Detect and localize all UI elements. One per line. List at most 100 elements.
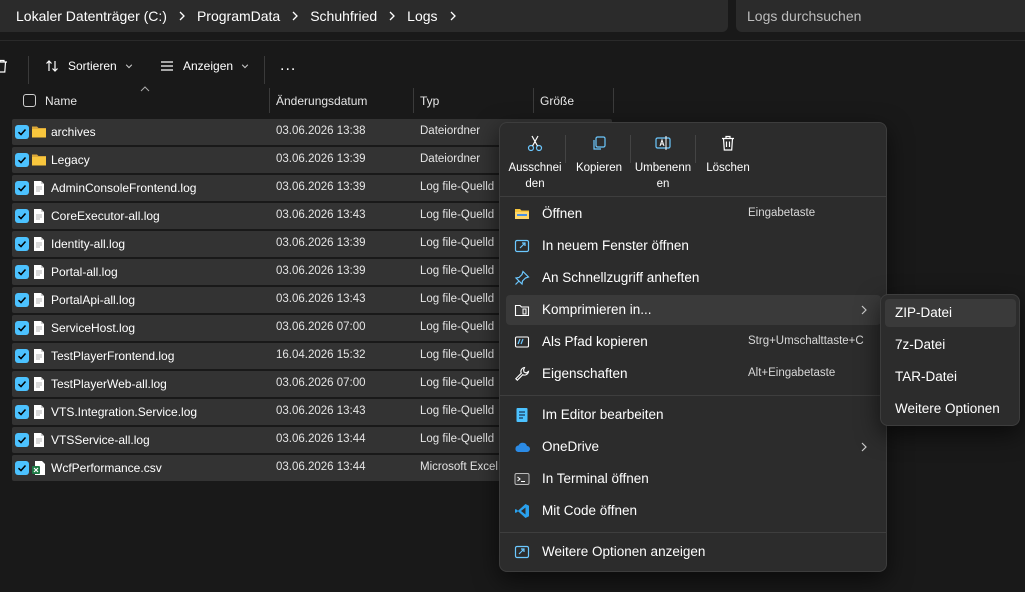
file-date: 03.06.2026 13:39	[276, 181, 366, 193]
row-checkbox[interactable]	[15, 209, 29, 223]
row-checkbox[interactable]	[15, 125, 29, 139]
folder-open-icon	[515, 209, 529, 219]
row-checkbox[interactable]	[15, 349, 29, 363]
column-size[interactable]: Größe	[540, 88, 574, 113]
chevron-down-icon	[241, 64, 249, 69]
row-checkbox[interactable]	[15, 377, 29, 391]
row-checkbox[interactable]	[15, 237, 29, 251]
file-date: 03.06.2026 07:00	[276, 321, 366, 333]
column-name[interactable]: Name	[45, 88, 77, 113]
submenu-item-7z[interactable]: 7z-Datei	[885, 331, 1016, 359]
file-type: Log file-Quelld	[420, 181, 495, 193]
column-date[interactable]: Änderungsdatum	[276, 88, 367, 113]
breadcrumb-logs[interactable]: Logs	[407, 8, 437, 24]
row-checkbox[interactable]	[15, 293, 29, 307]
menu-item-label: Weitere Optionen anzeigen	[542, 544, 706, 559]
file-icon	[31, 292, 47, 308]
terminal-icon	[514, 473, 530, 485]
cut-button[interactable]: Ausschneiden	[505, 131, 565, 195]
file-name: Identity-all.log	[51, 237, 126, 251]
menu-item-label: An Schnellzugriff anheften	[542, 270, 700, 285]
column-divider[interactable]	[269, 88, 270, 113]
excel-file-icon	[31, 460, 47, 476]
archive-icon	[514, 304, 530, 317]
chevron-right-icon[interactable]	[280, 0, 310, 32]
menu-item-open-in-terminal[interactable]: In Terminal öffnen	[506, 464, 881, 494]
menu-item-label: Mit Code öffnen	[542, 503, 638, 518]
sort-button[interactable]: Sortieren	[44, 48, 133, 84]
file-name: WcfPerformance.csv	[51, 461, 162, 475]
submenu-item-zip[interactable]: ZIP-Datei	[885, 299, 1016, 327]
row-checkbox[interactable]	[15, 405, 29, 419]
delete-button[interactable]: Löschen	[699, 131, 757, 195]
row-checkbox[interactable]	[15, 265, 29, 279]
file-name: archives	[51, 125, 96, 139]
column-divider[interactable]	[613, 88, 614, 113]
column-type[interactable]: Typ	[420, 88, 439, 113]
chevron-right-icon	[861, 305, 867, 315]
rename-icon	[655, 136, 671, 150]
row-checkbox[interactable]	[15, 321, 29, 335]
column-divider[interactable]	[413, 88, 414, 113]
breadcrumb-schuhfried[interactable]: Schuhfried	[310, 8, 377, 24]
menu-item-copy-as-path[interactable]: Als Pfad kopieren Strg+Umschalttaste+C	[506, 327, 881, 357]
menu-item-properties[interactable]: Eigenschaften Alt+Eingabetaste	[506, 359, 881, 389]
row-checkbox[interactable]	[15, 461, 29, 475]
file-type: Dateiordner	[420, 153, 481, 165]
breadcrumb-drive[interactable]: Lokaler Datenträger (C:)	[16, 8, 167, 24]
trash-icon	[722, 135, 734, 151]
view-button[interactable]: Anzeigen	[159, 48, 249, 84]
sort-label: Sortieren	[68, 59, 117, 73]
breadcrumb-programdata[interactable]: ProgramData	[197, 8, 280, 24]
menu-item-onedrive[interactable]: OneDrive	[506, 432, 881, 462]
file-date: 03.06.2026 13:39	[276, 265, 366, 277]
divider	[500, 395, 886, 396]
menu-item-shortcut: Alt+Eingabetaste	[748, 367, 836, 379]
menu-item-pin-quick-access[interactable]: An Schnellzugriff anheften	[506, 263, 881, 293]
search-input[interactable]	[747, 8, 1025, 24]
menu-item-open-new-window[interactable]: In neuem Fenster öffnen	[506, 231, 881, 261]
file-type: Dateiordner	[420, 125, 481, 137]
file-name: AdminConsoleFrontend.log	[51, 181, 197, 195]
menu-item-label: Eigenschaften	[542, 366, 628, 381]
copy-label: Kopieren	[575, 162, 623, 174]
address-bar[interactable]: Lokaler Datenträger (C:) ProgramData Sch…	[0, 0, 728, 32]
column-divider[interactable]	[533, 88, 534, 113]
file-date: 03.06.2026 13:43	[276, 405, 366, 417]
menu-item-label: In Terminal öffnen	[542, 471, 649, 486]
row-checkbox[interactable]	[15, 433, 29, 447]
trash-icon	[0, 59, 7, 73]
context-menu: Ausschneiden Kopieren Umbenennen Löschen…	[499, 122, 887, 572]
file-date: 03.06.2026 13:44	[276, 461, 366, 473]
chevron-right-icon[interactable]	[167, 0, 197, 32]
menu-item-open[interactable]: Öffnen Eingabetaste	[506, 199, 881, 229]
file-date: 03.06.2026 13:39	[276, 237, 366, 249]
delete-button[interactable]	[0, 48, 10, 84]
file-icon	[31, 432, 47, 448]
menu-item-compress-to[interactable]: Komprimieren in...	[506, 295, 881, 325]
command-bar: Sortieren Anzeigen ...	[0, 48, 1025, 84]
menu-item-edit-in-notepad[interactable]: Im Editor bearbeiten	[506, 400, 881, 430]
row-checkbox[interactable]	[15, 153, 29, 167]
notepad-icon	[516, 408, 528, 422]
divider	[565, 135, 566, 163]
more-button[interactable]: ...	[280, 48, 296, 84]
menu-item-open-with-code[interactable]: Mit Code öffnen	[506, 496, 881, 526]
copy-button[interactable]: Kopieren	[568, 131, 630, 195]
file-date: 16.04.2026 15:32	[276, 349, 366, 361]
search-box[interactable]	[736, 0, 1025, 32]
chevron-right-icon[interactable]	[438, 0, 468, 32]
rename-button[interactable]: Umbenennen	[632, 131, 694, 195]
menu-item-show-more-options[interactable]: Weitere Optionen anzeigen	[506, 537, 881, 567]
sort-icon	[46, 60, 58, 72]
row-checkbox[interactable]	[15, 181, 29, 195]
delete-label: Löschen	[706, 162, 750, 174]
pin-icon	[514, 270, 530, 286]
chevron-right-icon[interactable]	[377, 0, 407, 32]
file-icon	[31, 236, 47, 252]
submenu-item-more-options[interactable]: Weitere Optionen	[885, 395, 1016, 423]
submenu-item-tar[interactable]: TAR-Datei	[885, 363, 1016, 391]
file-type: Log file-Quelld	[420, 265, 495, 277]
menu-item-label: Öffnen	[542, 206, 583, 221]
view-list-icon	[161, 61, 173, 71]
